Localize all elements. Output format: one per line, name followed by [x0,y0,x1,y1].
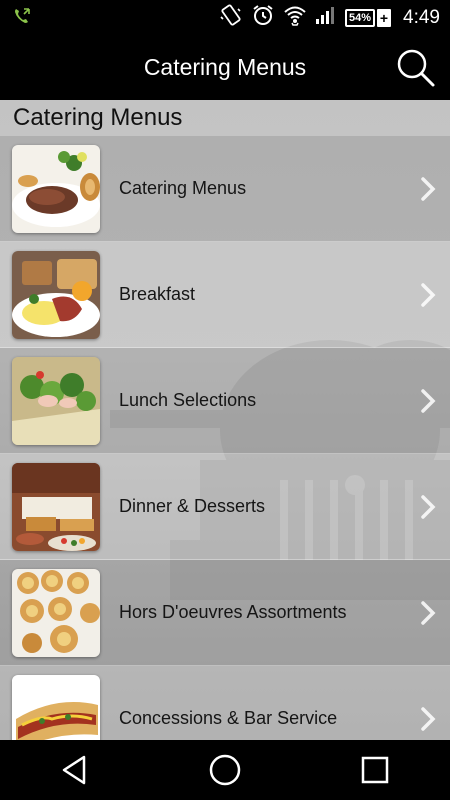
content-area[interactable]: Catering Menus Catering Menus Breakfast … [0,100,450,740]
menu-item-dinner-desserts[interactable]: Dinner & Desserts [0,454,450,560]
section-header: Catering Menus [0,100,450,136]
roast-beef-thumbnail [12,145,100,233]
menu-item-label: Concessions & Bar Service [119,708,338,728]
wifi-icon [283,4,307,31]
menu-item-hors-doeuvres[interactable]: Hors D'oeuvres Assortments [0,560,450,666]
app-bar: Catering Menus [0,34,450,100]
menu-item-catering-menus[interactable]: Catering Menus [0,136,450,242]
dinner-thumbnail [12,463,100,551]
battery-percent: 54% [348,11,372,24]
home-button[interactable] [195,740,255,800]
search-icon [397,49,435,87]
alarm-icon [251,3,275,32]
menu-item-breakfast[interactable]: Breakfast [0,242,450,348]
back-icon [62,755,86,785]
menu-item-label: Breakfast [119,284,196,304]
back-button[interactable] [45,740,105,800]
search-button[interactable] [394,46,438,90]
battery-icon: 54% [344,8,376,27]
vibrate-icon [219,3,243,32]
navigation-bar [0,740,450,800]
menu-item-lunch-selections[interactable]: Lunch Selections [0,348,450,454]
menu-item-concessions-bar[interactable]: Concessions & Bar Service [0,666,450,740]
hors-doeuvres-thumbnail [12,569,100,657]
chevron-right-icon [421,707,436,731]
chevron-right-icon [421,601,436,625]
charging-icon: + [377,8,392,27]
phone-call-icon [12,6,32,31]
menu-item-label: Lunch Selections [119,390,257,410]
home-icon [209,754,241,786]
chevron-right-icon [421,177,436,201]
menu-item-label: Catering Menus [119,178,247,198]
menu-item-label: Hors D'oeuvres Assortments [119,602,347,622]
breakfast-thumbnail [12,251,100,339]
hotdog-thumbnail [12,675,100,740]
menu-list: Catering Menus Breakfast Lunch Selection… [0,136,450,740]
status-bar: 54% + 4:49 [0,0,450,34]
signal-icon [315,5,337,30]
chevron-right-icon [421,389,436,413]
status-time: 4:49 [403,6,440,28]
menu-item-label: Dinner & Desserts [119,496,266,516]
lunch-thumbnail [12,357,100,445]
recents-button[interactable] [345,740,405,800]
app-title: Catering Menus [143,53,307,80]
chevron-right-icon [421,283,436,307]
chevron-right-icon [421,495,436,519]
recents-icon [361,756,389,784]
